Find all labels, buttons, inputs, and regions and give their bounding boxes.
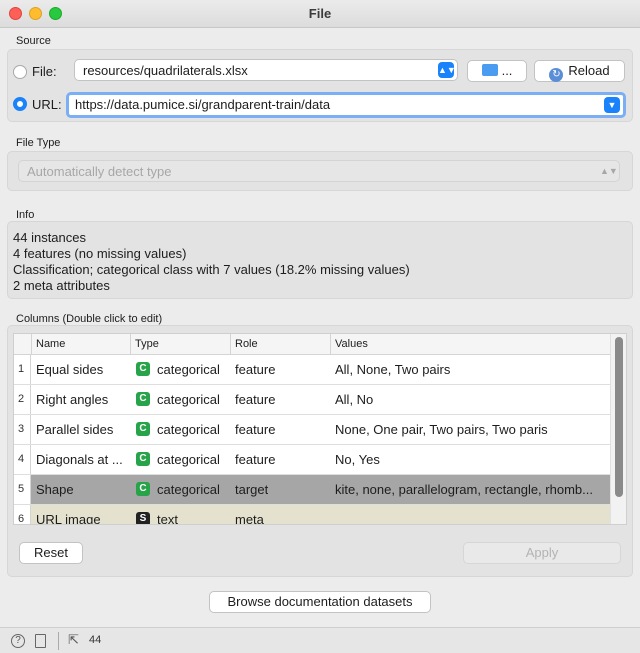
- reload-icon: ↻: [549, 68, 564, 82]
- reset-button[interactable]: Reset: [19, 542, 83, 564]
- reload-button[interactable]: ↻ Reload: [534, 60, 625, 82]
- column-role: feature: [235, 422, 276, 437]
- row-number: 4: [18, 453, 25, 465]
- url-value: https://data.pumice.si/grandparent-train…: [75, 97, 331, 112]
- scrollbar-thumb[interactable]: [615, 337, 623, 497]
- chevron-down-icon: ▼: [604, 97, 620, 113]
- info-instances: 44 instances: [13, 230, 86, 245]
- row-number: 3: [18, 423, 25, 435]
- file-type-value: Automatically detect type: [27, 164, 172, 179]
- column-values: All, None, Two pairs: [335, 362, 451, 377]
- column-values: All, No: [335, 392, 374, 407]
- output-count: 44: [89, 634, 102, 646]
- reload-label: Reload: [568, 63, 610, 78]
- header-name[interactable]: Name: [36, 338, 65, 350]
- file-radio-label: File:: [32, 64, 57, 79]
- header-separator: [31, 334, 32, 355]
- column-name: URL image: [36, 512, 101, 525]
- file-type-combo[interactable]: Automatically detect type ▲▼: [18, 160, 620, 182]
- string-icon: S: [136, 512, 150, 524]
- row-number: 6: [18, 513, 25, 525]
- column-role: feature: [235, 392, 276, 407]
- header-type[interactable]: Type: [135, 338, 159, 350]
- source-section-label: Source: [16, 35, 51, 47]
- status-bar: ? ⇱ 44: [0, 627, 640, 653]
- row-number: 5: [18, 483, 25, 495]
- column-name: Shape: [36, 482, 74, 497]
- table-row[interactable]: 5 Shape C categorical target kite, none,…: [14, 475, 611, 505]
- column-role: meta: [235, 512, 264, 525]
- column-values: kite, none, parallelogram, rectangle, rh…: [335, 482, 593, 497]
- row-number: 2: [18, 393, 25, 405]
- columns-table[interactable]: Name Type Role Values 1 Equal sides C ca…: [13, 333, 627, 525]
- info-meta: 2 meta attributes: [13, 278, 110, 293]
- file-path-value: resources/quadrilaterals.xlsx: [83, 63, 248, 78]
- status-divider: [58, 632, 59, 650]
- column-role: feature: [235, 452, 276, 467]
- browse-file-label: ...: [501, 63, 513, 78]
- row-number: 1: [18, 363, 25, 375]
- info-section-label: Info: [16, 209, 35, 221]
- columns-section-label: Columns (Double click to edit): [16, 313, 163, 325]
- categorical-icon: C: [136, 422, 150, 436]
- url-radio[interactable]: [13, 97, 27, 111]
- header-separator: [330, 334, 331, 355]
- table-header: Name Type Role Values: [14, 334, 611, 355]
- column-name: Right angles: [36, 392, 109, 407]
- table-row[interactable]: 3 Parallel sides C categorical feature N…: [14, 415, 611, 445]
- folder-icon: [481, 64, 498, 76]
- file-type-section-label: File Type: [16, 137, 61, 149]
- column-type: categorical: [157, 362, 220, 377]
- column-name: Parallel sides: [36, 422, 114, 437]
- header-role[interactable]: Role: [235, 338, 258, 350]
- window-title: File: [308, 6, 332, 21]
- column-name: Diagonals at ...: [36, 452, 123, 467]
- info-text: 44 instances 4 features (no missing valu…: [13, 230, 410, 294]
- column-type: categorical: [157, 482, 220, 497]
- column-type: text: [157, 512, 178, 525]
- updown-chevron-icon: ▲▼: [600, 166, 618, 176]
- header-values[interactable]: Values: [335, 338, 368, 350]
- table-row[interactable]: 4 Diagonals at ... C categorical feature…: [14, 445, 611, 475]
- categorical-icon: C: [136, 482, 150, 496]
- column-values: No, Yes: [335, 452, 380, 467]
- browse-file-button[interactable]: ...: [467, 60, 527, 82]
- column-type: categorical: [157, 422, 220, 437]
- title-bar: File: [0, 0, 640, 28]
- info-classification: Classification; categorical class with 7…: [13, 262, 410, 277]
- output-arrow-icon: ⇱: [68, 632, 79, 647]
- table-row[interactable]: 1 Equal sides C categorical feature All,…: [14, 355, 611, 385]
- categorical-icon: C: [136, 392, 150, 406]
- column-role: feature: [235, 362, 276, 377]
- column-values: None, One pair, Two pairs, Two paris: [335, 422, 548, 437]
- info-features: 4 features (no missing values): [13, 246, 187, 261]
- column-type: categorical: [157, 452, 220, 467]
- file-path-combo[interactable]: resources/quadrilaterals.xlsx ▲▼: [74, 59, 458, 81]
- table-row[interactable]: 2 Right angles C categorical feature All…: [14, 385, 611, 415]
- apply-button[interactable]: Apply: [463, 542, 621, 564]
- column-role: target: [235, 482, 269, 497]
- header-separator: [130, 334, 131, 355]
- column-type: categorical: [157, 392, 220, 407]
- question-icon[interactable]: ?: [11, 634, 25, 648]
- url-combo[interactable]: https://data.pumice.si/grandparent-train…: [66, 92, 626, 118]
- table-row[interactable]: 6 URL image S text meta: [14, 505, 611, 525]
- table-scrollbar[interactable]: [610, 334, 626, 524]
- file-radio[interactable]: [13, 65, 27, 79]
- url-radio-label: URL:: [32, 97, 62, 112]
- document-icon[interactable]: [35, 634, 46, 648]
- column-name: Equal sides: [36, 362, 104, 377]
- header-separator: [230, 334, 231, 355]
- categorical-icon: C: [136, 362, 150, 376]
- updown-chevron-icon: ▲▼: [438, 62, 456, 78]
- categorical-icon: C: [136, 452, 150, 466]
- browse-documentation-button[interactable]: Browse documentation datasets: [209, 591, 431, 613]
